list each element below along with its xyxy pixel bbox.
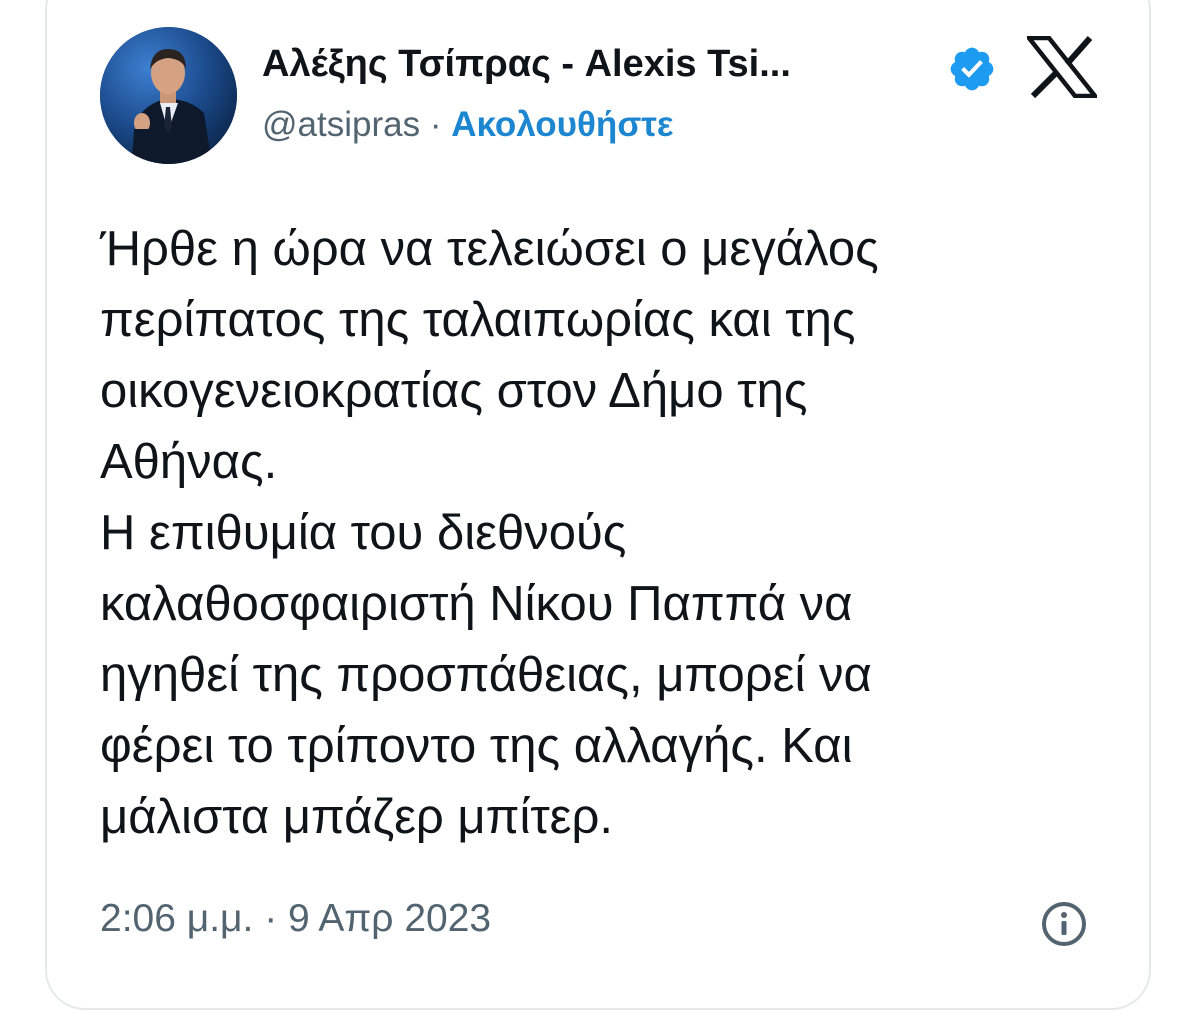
tweet-timestamp[interactable]: 2:06 μ.μ. · 9 Απρ 2023: [100, 897, 491, 941]
tweet-screenshot: Αλέξης Τσίπρας - Alexis Tsi... @atsipras…: [0, 0, 1200, 1010]
tweet-line: μάλιστα μπάζερ μπίτερ.: [100, 790, 614, 844]
author-handle[interactable]: @atsipras: [262, 105, 420, 144]
tweet-line: καλαθοσφαιριστή Νίκου Παππά να: [100, 577, 853, 631]
author-display-name[interactable]: Αλέξης Τσίπρας - Alexis Tsi...: [262, 43, 791, 86]
x-logo-icon[interactable]: [1027, 36, 1097, 98]
follow-button[interactable]: Ακολουθήστε: [451, 105, 673, 144]
avatar[interactable]: [100, 27, 237, 164]
profile-photo: [100, 27, 237, 164]
tweet-line: Αθήνας.: [100, 435, 278, 489]
tweet-line: οικογενειοκρατίας στον Δήμο της: [100, 364, 808, 418]
tweet-line: Η επιθυμία του διεθνούς: [100, 506, 627, 560]
tweet-line: περίπατος της ταλαιπωρίας και της: [100, 293, 856, 347]
tweet-text: Ήρθε η ώρα να τελειώσει ο μεγάλος περίπα…: [100, 214, 1120, 853]
tweet-line: φέρει το τρίποντο της αλλαγής. Και: [100, 719, 853, 773]
info-icon[interactable]: [1040, 900, 1088, 948]
tweet-line: ηγηθεί της προσπάθειας, μπορεί να: [100, 648, 872, 702]
separator-dot: ·: [429, 105, 442, 144]
author-meta-row: @atsipras · Ακολουθήστε: [262, 105, 674, 145]
verified-badge-icon: [950, 47, 994, 91]
tweet-line: Ήρθε η ώρα να τελειώσει ο μεγάλος: [100, 222, 879, 276]
